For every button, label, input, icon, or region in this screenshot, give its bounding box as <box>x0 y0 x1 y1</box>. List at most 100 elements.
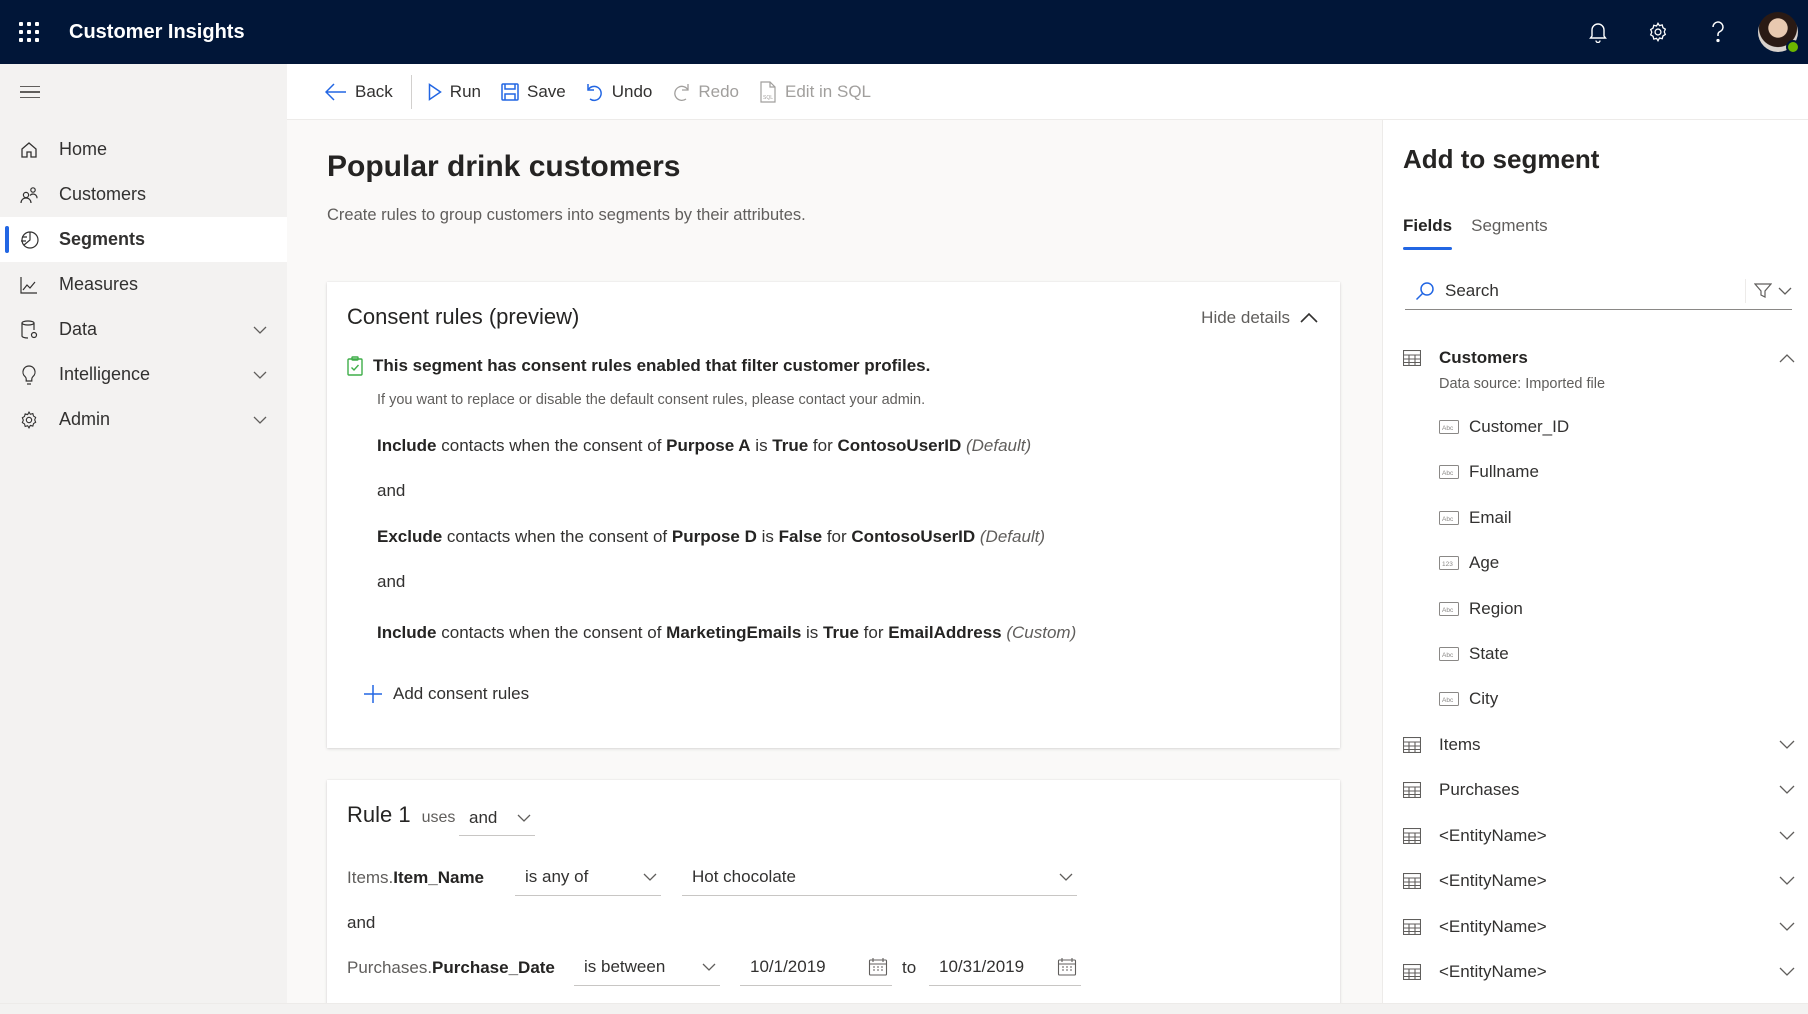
entity-name: <EntityName> <box>1439 825 1547 845</box>
hide-details-label: Hide details <box>1201 308 1290 327</box>
field-item[interactable]: Abc Customer_ID <box>1439 414 1569 440</box>
field-item[interactable]: Abc Email <box>1439 505 1512 531</box>
filter-icon <box>1754 282 1772 298</box>
value-dropdown[interactable]: Hot chocolate <box>682 858 1077 896</box>
sidebar-item-segments[interactable]: Segments <box>0 217 287 262</box>
entity-item[interactable]: <EntityName> <box>1403 912 1795 942</box>
table-icon <box>1403 918 1423 935</box>
settings-button[interactable] <box>1628 0 1688 64</box>
consent-card-title: Consent rules (preview) <box>347 304 580 329</box>
entity-item[interactable]: <EntityName> <box>1403 957 1795 987</box>
rule-action: Include <box>377 436 437 455</box>
sidebar-item-label: Measures <box>59 274 139 294</box>
clipboard-check-icon <box>347 356 363 376</box>
consent-connector: and <box>377 481 406 500</box>
entity-item[interactable]: <EntityName> <box>1403 821 1795 851</box>
help-button[interactable] <box>1688 0 1748 64</box>
panel-tabs: Fields Segments <box>1403 216 1567 250</box>
consent-notice-text: This segment has consent rules enabled t… <box>373 356 931 375</box>
save-label: Save <box>526 81 566 101</box>
svg-text:Abc: Abc <box>1442 516 1454 523</box>
entity-name: Purchases <box>1439 780 1520 800</box>
collapse-nav-button[interactable] <box>0 64 287 120</box>
edit-in-sql-button[interactable]: SQL Edit in SQL <box>759 80 871 103</box>
entity-name: <EntityName> <box>1439 962 1547 981</box>
field-item[interactable]: Abc Fullname <box>1439 459 1539 485</box>
end-date-picker[interactable]: 10/31/2019 <box>929 948 1081 986</box>
combinator-value: and <box>469 807 498 827</box>
panel-title: Add to segment <box>1403 144 1600 174</box>
page-subtitle: Create rules to group customers into seg… <box>327 206 806 224</box>
search-input[interactable] <box>1445 280 1745 301</box>
sidebar-item-data[interactable]: Data <box>0 307 287 352</box>
start-date-value: 10/1/2019 <box>750 956 826 976</box>
chevron-down-icon <box>1779 785 1795 795</box>
tab-fields[interactable]: Fields <box>1403 216 1453 250</box>
field-name: Item_Name <box>393 868 485 887</box>
undo-label: Undo <box>611 81 653 101</box>
sidebar-item-admin[interactable]: Admin <box>0 397 287 442</box>
app-launcher-button[interactable] <box>0 0 58 64</box>
operator-dropdown[interactable]: is any of <box>515 858 661 896</box>
field-item[interactable]: Abc State <box>1439 641 1509 667</box>
entity-name: Customers <box>1439 348 1528 367</box>
help-icon <box>1712 21 1724 43</box>
rule-text: for <box>858 623 889 642</box>
entity-name: <EntityName> <box>1439 871 1547 891</box>
hamburger-icon <box>20 82 40 103</box>
add-consent-rules-button[interactable]: Add consent rules <box>363 684 529 704</box>
svg-text:Abc: Abc <box>1442 697 1454 704</box>
svg-text:Abc: Abc <box>1442 652 1454 659</box>
run-button[interactable]: Run <box>428 82 481 102</box>
play-icon <box>428 82 442 101</box>
start-date-picker[interactable]: 10/1/2019 <box>740 948 892 986</box>
hide-details-button[interactable]: Hide details <box>1201 308 1318 328</box>
entity-item[interactable]: Items <box>1403 730 1795 760</box>
sidebar-item-home[interactable]: Home <box>0 127 287 172</box>
notifications-button[interactable] <box>1568 0 1628 64</box>
entity-item[interactable]: <EntityName> <box>1403 866 1795 896</box>
field-item[interactable]: Abc Region <box>1439 596 1523 622</box>
field-name: Fullname <box>1469 462 1539 482</box>
save-button[interactable]: Save <box>501 82 566 102</box>
entity-customers[interactable]: Customers <box>1403 343 1795 373</box>
chevron-down-icon <box>1779 740 1795 750</box>
sidebar-item-customers[interactable]: Customers <box>0 172 287 217</box>
main-content: Popular drink customers Create rules to … <box>287 120 1436 1014</box>
sidebar-item-intelligence[interactable]: Intelligence <box>0 352 287 397</box>
undo-button[interactable]: Undo <box>586 81 653 102</box>
table-icon <box>1403 873 1423 890</box>
plus-icon <box>363 684 383 704</box>
filter-dropdown-button[interactable] <box>1745 278 1792 303</box>
text-field-icon: Abc <box>1439 647 1459 661</box>
sidebar-item-measures[interactable]: Measures <box>0 262 287 307</box>
gear-icon <box>1649 22 1667 42</box>
number-field-icon: 123 <box>1439 556 1459 571</box>
chevron-down-icon <box>1779 967 1795 977</box>
entity-data-source: Data source: Imported file <box>1439 376 1606 392</box>
rule-key: ContosoUserID <box>851 527 976 546</box>
bottom-strip <box>0 1003 1808 1014</box>
tab-segments[interactable]: Segments <box>1471 216 1548 250</box>
operator-dropdown[interactable]: is between <box>574 948 720 986</box>
search-icon <box>1415 281 1435 301</box>
entity-name: <EntityName> <box>1439 916 1547 936</box>
rule-value: False <box>778 527 823 546</box>
rule-text: is <box>756 527 779 546</box>
table-icon <box>1403 827 1423 844</box>
rule-card: Rule 1 uses and Items.Item_Name is any o… <box>327 780 1340 1014</box>
sidebar-item-label: Intelligence <box>59 364 151 384</box>
field-name: Customer_ID <box>1469 417 1570 436</box>
avatar[interactable] <box>1758 12 1800 54</box>
back-button[interactable]: Back <box>325 82 393 102</box>
rule-purpose: MarketingEmails <box>666 623 802 642</box>
field-item[interactable]: Abc City <box>1439 686 1498 712</box>
redo-button[interactable]: Redo <box>672 82 739 102</box>
rule-text: contacts when the consent of <box>436 623 667 642</box>
entity-item[interactable]: Purchases <box>1403 775 1795 805</box>
to-label: to <box>902 958 917 977</box>
consent-rule: Include contacts when the consent of Mar… <box>377 623 1076 643</box>
chevron-up-icon <box>1779 353 1795 363</box>
rule-combinator-dropdown[interactable]: and <box>459 800 535 836</box>
field-item[interactable]: 123 Age <box>1439 550 1499 576</box>
